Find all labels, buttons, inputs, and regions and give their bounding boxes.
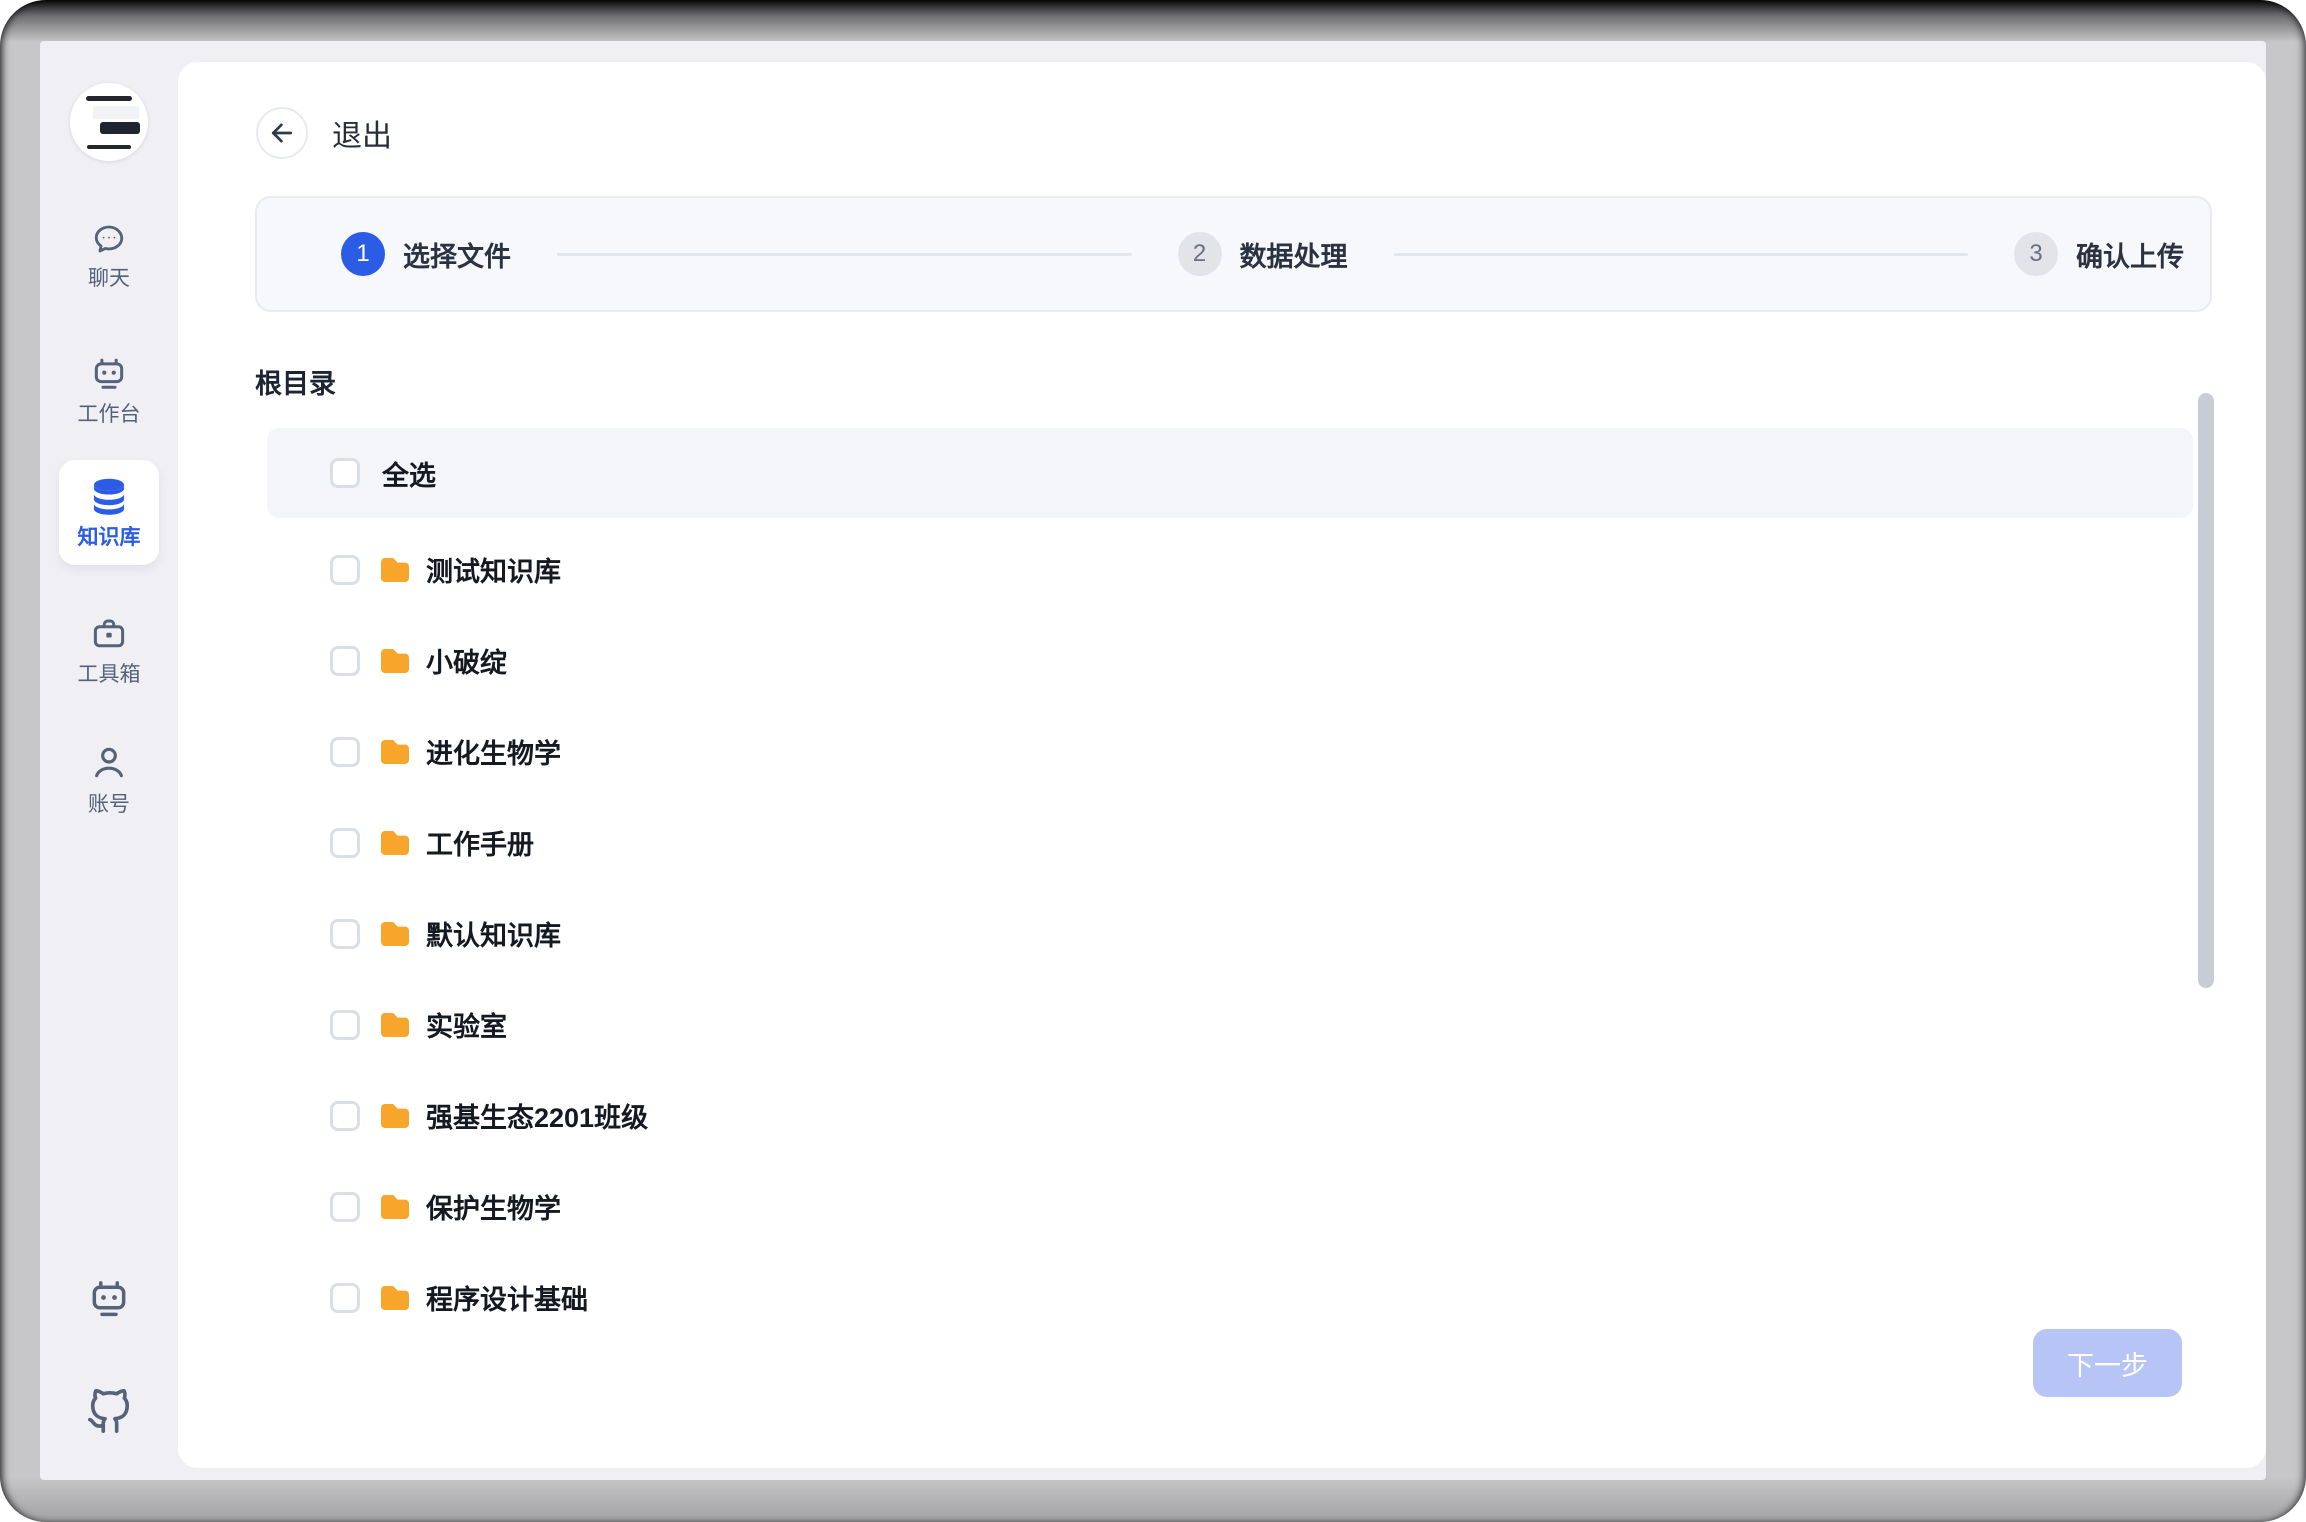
folder-row[interactable]: 进化生物学 bbox=[267, 706, 2193, 797]
folder-icon bbox=[378, 1283, 412, 1313]
scrollbar-thumb[interactable] bbox=[2198, 393, 2214, 988]
stepper-connector bbox=[1394, 253, 1969, 256]
folder-name: 默认知识库 bbox=[426, 914, 561, 953]
step-label: 数据处理 bbox=[1240, 235, 1348, 274]
folder-checkbox[interactable] bbox=[330, 555, 360, 585]
folder-icon bbox=[378, 1010, 412, 1040]
root-directory-title: 根目录 bbox=[255, 362, 336, 401]
logo-decoration bbox=[86, 96, 133, 101]
user-icon bbox=[89, 743, 129, 783]
folder-icon bbox=[378, 737, 412, 767]
logo-decoration bbox=[93, 106, 138, 118]
folder-name: 进化生物学 bbox=[426, 732, 561, 771]
github-icon bbox=[86, 1389, 132, 1435]
folder-checkbox[interactable] bbox=[330, 1192, 360, 1222]
folder-checkbox[interactable] bbox=[330, 737, 360, 767]
app-window: 聊天 工作台 bbox=[40, 41, 2266, 1480]
folder-name: 实验室 bbox=[426, 1005, 507, 1044]
step-confirm-upload: 3 确认上传 bbox=[2014, 232, 2184, 276]
folder-checkbox[interactable] bbox=[330, 828, 360, 858]
sidebar-item-knowledge-base[interactable]: 知识库 bbox=[59, 460, 159, 565]
step-number-badge: 2 bbox=[1178, 232, 1222, 276]
folder-icon bbox=[378, 828, 412, 858]
sidebar-item-workbench[interactable]: 工作台 bbox=[40, 355, 178, 427]
back-button[interactable] bbox=[256, 107, 308, 159]
file-list[interactable]: 全选 测试知识库 小破绽 bbox=[267, 428, 2193, 1343]
step-number-badge: 3 bbox=[2014, 232, 2058, 276]
sidebar-item-toolbox[interactable]: 工具箱 bbox=[40, 615, 178, 687]
folder-name: 程序设计基础 bbox=[426, 1278, 588, 1317]
folder-checkbox[interactable] bbox=[330, 1283, 360, 1313]
step-label: 选择文件 bbox=[403, 235, 511, 274]
step-select-files: 1 选择文件 bbox=[341, 232, 511, 276]
folder-icon bbox=[378, 646, 412, 676]
folder-row[interactable]: 小破绽 bbox=[267, 615, 2193, 706]
sidebar-item-label: 工具箱 bbox=[78, 663, 141, 687]
logo-decoration bbox=[100, 122, 141, 134]
folder-rows: 测试知识库 小破绽 进化生物学 工作手册 bbox=[267, 524, 2193, 1343]
toolbox-icon bbox=[90, 615, 128, 653]
step-data-processing: 2 数据处理 bbox=[1178, 232, 1348, 276]
next-step-button[interactable]: 下一步 bbox=[2033, 1329, 2182, 1397]
sidebar-footer-github[interactable] bbox=[40, 1389, 178, 1435]
sidebar-item-label: 知识库 bbox=[78, 526, 141, 550]
sidebar-footer-robot[interactable] bbox=[40, 1277, 178, 1321]
arrow-left-icon bbox=[268, 119, 296, 147]
step-label: 确认上传 bbox=[2076, 235, 2184, 274]
step-number-badge: 1 bbox=[341, 232, 385, 276]
app-logo-avatar bbox=[70, 83, 148, 161]
header: 退出 bbox=[256, 107, 392, 159]
robot-icon bbox=[87, 1277, 131, 1321]
sidebar-item-label: 账号 bbox=[88, 793, 130, 817]
select-all-row[interactable]: 全选 bbox=[267, 428, 2193, 518]
folder-icon bbox=[378, 1192, 412, 1222]
folder-row[interactable]: 保护生物学 bbox=[267, 1161, 2193, 1252]
upload-stepper: 1 选择文件 2 数据处理 3 确认上传 bbox=[255, 196, 2212, 312]
folder-checkbox[interactable] bbox=[330, 1010, 360, 1040]
folder-name: 强基生态2201班级 bbox=[426, 1096, 648, 1135]
sidebar-item-account[interactable]: 账号 bbox=[40, 743, 178, 817]
folder-icon bbox=[378, 1101, 412, 1131]
sidebar-item-chat[interactable]: 聊天 bbox=[40, 221, 178, 291]
folder-name: 工作手册 bbox=[426, 823, 534, 862]
folder-row[interactable]: 工作手册 bbox=[267, 797, 2193, 888]
logo-decoration bbox=[87, 145, 131, 149]
sidebar: 聊天 工作台 bbox=[40, 41, 178, 1480]
sidebar-item-label: 工作台 bbox=[78, 403, 141, 427]
folder-row[interactable]: 测试知识库 bbox=[267, 524, 2193, 615]
screenshot-stage: 聊天 工作台 bbox=[0, 0, 2306, 1522]
database-icon bbox=[88, 476, 130, 518]
robot-icon bbox=[90, 355, 128, 393]
folder-icon bbox=[378, 919, 412, 949]
folder-row[interactable]: 默认知识库 bbox=[267, 888, 2193, 979]
folder-name: 小破绽 bbox=[426, 641, 507, 680]
chat-icon bbox=[91, 221, 127, 257]
folder-name: 测试知识库 bbox=[426, 550, 561, 589]
folder-row[interactable]: 程序设计基础 bbox=[267, 1252, 2193, 1343]
folder-icon bbox=[378, 555, 412, 585]
page-title: 退出 bbox=[332, 111, 392, 155]
folder-checkbox[interactable] bbox=[330, 646, 360, 676]
folder-checkbox[interactable] bbox=[330, 1101, 360, 1131]
sidebar-item-label: 聊天 bbox=[88, 267, 130, 291]
folder-checkbox[interactable] bbox=[330, 919, 360, 949]
select-all-label: 全选 bbox=[382, 454, 436, 493]
folder-row[interactable]: 强基生态2201班级 bbox=[267, 1070, 2193, 1161]
folder-name: 保护生物学 bbox=[426, 1187, 561, 1226]
select-all-checkbox[interactable] bbox=[330, 458, 360, 488]
stepper-connector bbox=[557, 253, 1132, 256]
main-panel: 退出 1 选择文件 2 数据处理 3 确认上传 根目录 bbox=[178, 62, 2266, 1468]
folder-row[interactable]: 实验室 bbox=[267, 979, 2193, 1070]
